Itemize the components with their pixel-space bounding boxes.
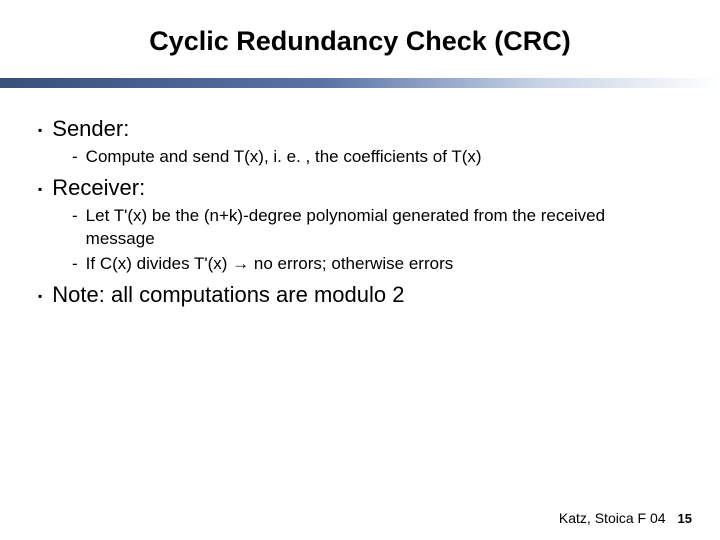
slide-content: ▪ Sender: - Compute and send T(x), i. e.… xyxy=(38,110,692,312)
footer-page-number: 15 xyxy=(678,511,692,526)
bullet-receiver-label: Receiver: xyxy=(52,175,145,201)
square-bullet-icon: ▪ xyxy=(38,289,42,303)
square-bullet-icon: ▪ xyxy=(38,182,42,196)
divider-bar xyxy=(0,78,720,88)
bullet-receiver: ▪ Receiver: xyxy=(38,175,692,201)
subbullet-receiver-2: - If C(x) divides T'(x) → no errors; oth… xyxy=(72,253,692,276)
subbullet-receiver-1-text: Let T'(x) be the (n+k)-degree polynomial… xyxy=(86,205,666,251)
bullet-note-label: Note: all computations are modulo 2 xyxy=(52,282,404,308)
footer-credit: Katz, Stoica F 04 xyxy=(559,510,666,526)
subbullet-sender-1: - Compute and send T(x), i. e. , the coe… xyxy=(72,146,692,169)
dash-icon: - xyxy=(72,205,78,228)
bullet-sender: ▪ Sender: xyxy=(38,116,692,142)
slide-title: Cyclic Redundancy Check (CRC) xyxy=(28,26,692,57)
dash-icon: - xyxy=(72,253,78,276)
subbullet-receiver-2-text: If C(x) divides T'(x) → no errors; other… xyxy=(86,253,454,276)
subbullet-receiver-1: - Let T'(x) be the (n+k)-degree polynomi… xyxy=(72,205,692,251)
footer: Katz, Stoica F 04 15 xyxy=(559,510,692,526)
slide: Cyclic Redundancy Check (CRC) ▪ Sender: … xyxy=(0,0,720,540)
bullet-sender-label: Sender: xyxy=(52,116,129,142)
bullet-note: ▪ Note: all computations are modulo 2 xyxy=(38,282,692,308)
dash-icon: - xyxy=(72,146,78,169)
subbullet-sender-1-text: Compute and send T(x), i. e. , the coeff… xyxy=(86,146,482,169)
square-bullet-icon: ▪ xyxy=(38,123,42,137)
